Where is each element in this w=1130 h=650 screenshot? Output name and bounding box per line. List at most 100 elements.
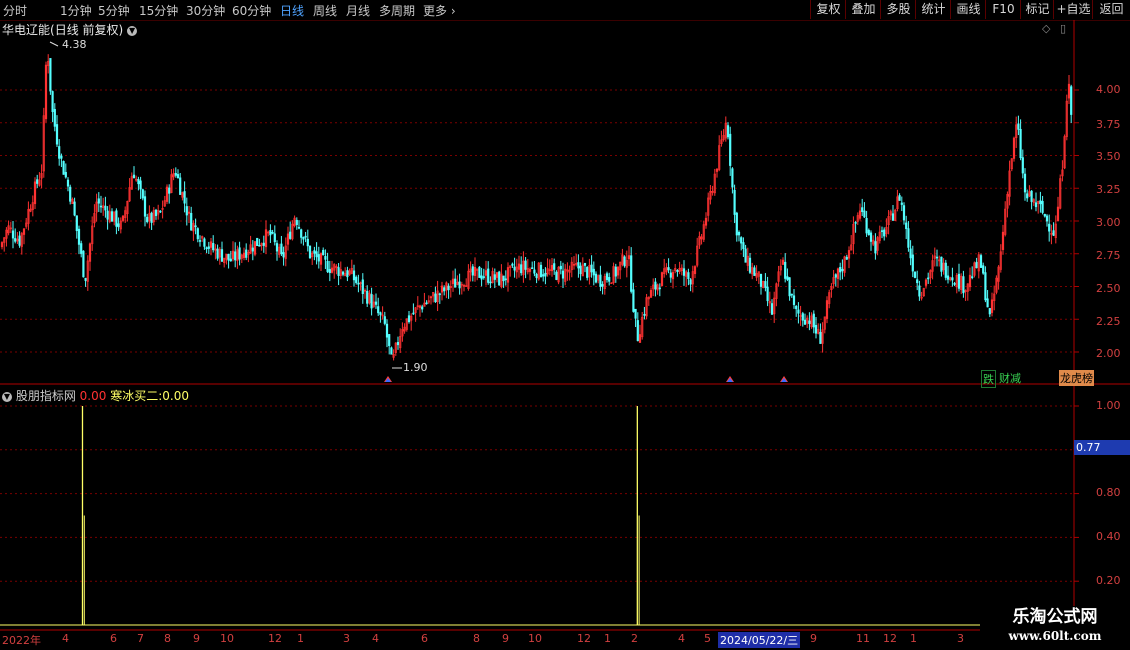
candle-body <box>927 277 930 280</box>
candle-body <box>1052 230 1055 236</box>
candle-body <box>480 275 483 280</box>
x-tick: 7 <box>137 632 144 645</box>
candle-body <box>737 231 741 236</box>
diamond-icon[interactable]: ◇ <box>1042 22 1050 35</box>
chevron-down-icon[interactable]: ▼ <box>127 26 138 36</box>
candle-body <box>385 323 389 338</box>
candle-body <box>407 315 411 323</box>
candle-body <box>504 278 507 281</box>
candle-body <box>553 263 556 270</box>
badge-dragon-tiger[interactable]: 龙虎榜 <box>1059 370 1094 386</box>
y-tick: 2.25 <box>1096 315 1121 328</box>
candle-body <box>352 270 356 281</box>
candle-body <box>493 274 496 280</box>
candle-body <box>229 258 232 262</box>
candle-body <box>812 313 815 328</box>
candle-body <box>139 180 142 190</box>
candle-body <box>1030 190 1033 202</box>
candle-body <box>73 201 76 216</box>
indicator-value1: 0.00 <box>79 389 107 403</box>
y-tick: 2.75 <box>1096 249 1121 262</box>
candle-body <box>194 225 197 228</box>
panel-toggle-icon[interactable]: ▯ <box>1060 22 1066 35</box>
candle-body <box>759 273 763 287</box>
candle-body <box>220 249 224 262</box>
candle-body <box>308 245 312 259</box>
candle-body <box>814 325 818 334</box>
candle-body <box>313 250 316 254</box>
candle-body <box>447 285 450 291</box>
chevron-down-icon[interactable]: ▼ <box>2 392 12 402</box>
watermark: 乐淘公式网 www.60lt.com <box>980 606 1130 650</box>
candle-body <box>18 235 21 246</box>
candle-body <box>471 266 474 276</box>
candle-body <box>14 238 17 242</box>
x-tick: 4 <box>62 632 69 645</box>
candle-body <box>561 270 565 279</box>
watermark-title: 乐淘公式网 <box>1012 607 1098 627</box>
candle-body <box>328 269 331 274</box>
x-tick: 2 <box>631 632 638 645</box>
candle-body <box>867 229 870 235</box>
candle-body <box>577 262 580 269</box>
candle-body <box>203 238 206 247</box>
candle-body <box>726 125 730 138</box>
candle-body <box>729 133 732 166</box>
candle-body <box>636 320 639 342</box>
x-tick: 1 <box>297 632 304 645</box>
candle-body <box>374 301 378 305</box>
chart-canvas[interactable] <box>0 0 1130 650</box>
candle-body <box>141 189 144 199</box>
candle-body <box>801 313 804 321</box>
candle-body <box>315 251 318 258</box>
candle-body <box>984 272 987 301</box>
candle-body <box>909 248 912 259</box>
candle-body <box>454 278 457 288</box>
candle-body <box>891 213 895 221</box>
candle-body <box>99 205 103 208</box>
candle-body <box>271 232 274 234</box>
candle-body <box>251 247 254 252</box>
candle-body <box>412 312 415 315</box>
badge-earnings-cut[interactable]: 财减 <box>998 370 1022 386</box>
candle-body <box>854 222 857 224</box>
candle-body <box>792 295 796 305</box>
x-cursor-date: 2024/05/22/三 <box>718 632 801 648</box>
candle-body <box>590 264 593 273</box>
candle-body <box>390 347 393 355</box>
candle-body <box>953 283 956 285</box>
candle-body <box>962 276 965 294</box>
candle-body <box>262 242 265 246</box>
candle-body <box>913 272 917 278</box>
candle-body <box>797 309 800 314</box>
candle-body <box>212 243 215 251</box>
candle-body <box>216 248 219 259</box>
candle-body <box>605 273 609 281</box>
candle-body <box>205 247 208 250</box>
candle-body <box>53 109 56 127</box>
candle-body <box>539 264 543 278</box>
candle-body <box>159 210 162 213</box>
candle-body <box>115 210 118 227</box>
x-tick: 3 <box>343 632 350 645</box>
x-tick: 11 <box>856 632 870 645</box>
candle-body <box>946 275 950 280</box>
candle-body <box>907 228 910 248</box>
candle-body <box>502 275 505 282</box>
candle-body <box>183 191 186 204</box>
candle-body <box>396 342 400 346</box>
badge-fall[interactable]: 跌 <box>981 370 996 388</box>
candle-body <box>982 265 985 274</box>
candle-body <box>790 293 793 296</box>
candle-body <box>988 308 991 315</box>
candle-body <box>143 196 147 217</box>
candle-body <box>531 267 534 270</box>
x-tick: 10 <box>528 632 542 645</box>
candle-body <box>979 255 983 268</box>
x-tick: 6 <box>110 632 117 645</box>
candle-body <box>146 216 149 223</box>
candle-body <box>425 302 428 305</box>
x-tick: 8 <box>473 632 480 645</box>
candle-body <box>256 237 259 247</box>
y-tick: 3.50 <box>1096 150 1121 163</box>
